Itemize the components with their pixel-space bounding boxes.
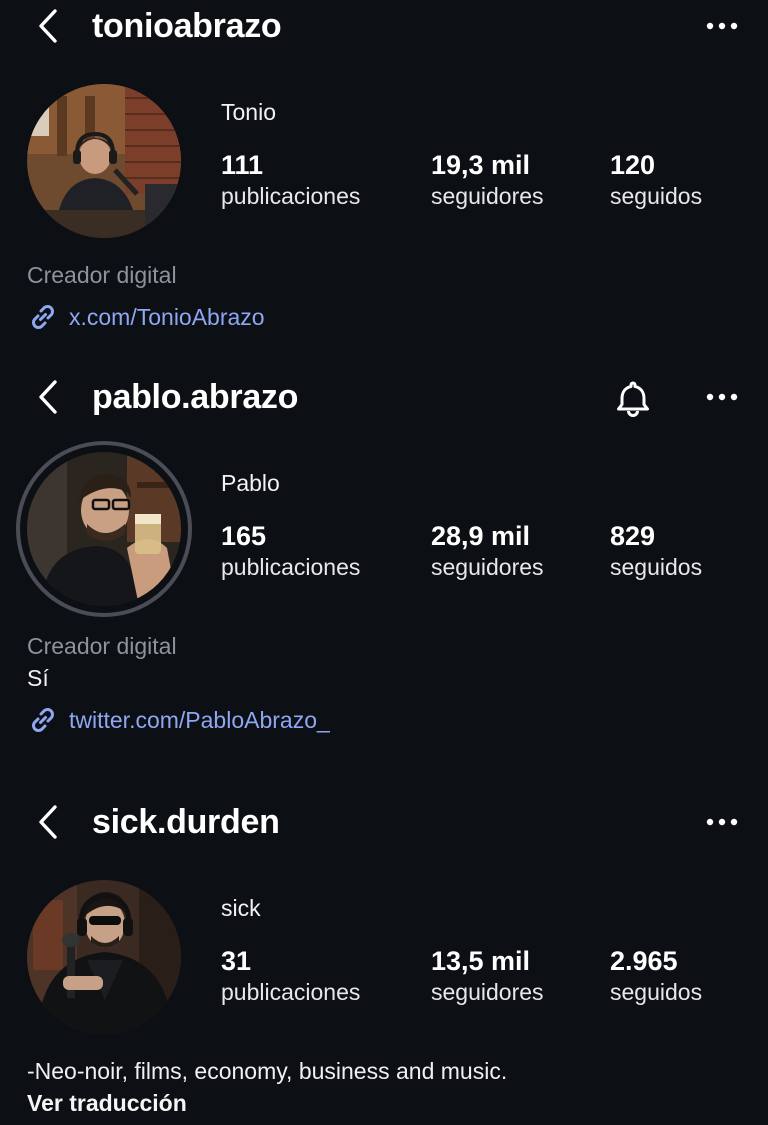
- chevron-left-icon: [39, 9, 57, 43]
- back-button[interactable]: [30, 6, 66, 46]
- avatar-photo: [27, 84, 181, 238]
- profile-full-name: sick: [221, 895, 261, 921]
- profile-category: Creador digital: [27, 262, 177, 288]
- profile-header: tonioabrazo: [0, 0, 768, 52]
- stat-value: 28,9 mil: [431, 521, 531, 551]
- avatar[interactable]: [27, 880, 181, 1034]
- avatar[interactable]: [27, 84, 181, 238]
- profile-bio: -Neo-noir, films, economy, business and …: [27, 1058, 508, 1084]
- stat-value: 31: [221, 946, 252, 976]
- username: sick.durden: [92, 803, 280, 841]
- stat-value: 2.965: [610, 946, 678, 976]
- following-count[interactable]: 829 seguidos: [610, 520, 702, 582]
- avatar-photo: [27, 452, 181, 606]
- stat-value: 165: [221, 521, 267, 551]
- stat-value: 13,5 mil: [431, 946, 531, 976]
- followers-count[interactable]: 13,5 mil seguidores: [431, 945, 544, 1007]
- link-icon: [32, 305, 54, 329]
- more-options-button[interactable]: [700, 804, 744, 840]
- back-button[interactable]: [30, 802, 66, 842]
- more-horizontal-icon: [706, 393, 738, 401]
- posts-count[interactable]: 165 publicaciones: [221, 520, 360, 582]
- profile-full-name: Tonio: [221, 99, 276, 125]
- stat-value: 829: [610, 521, 656, 551]
- profile-category: Creador digital: [27, 633, 177, 659]
- followers-count[interactable]: 28,9 mil seguidores: [431, 520, 544, 582]
- more-options-button[interactable]: [700, 379, 744, 415]
- profile-full-name: Pablo: [221, 470, 280, 496]
- stat-value: 19,3 mil: [431, 150, 531, 180]
- following-count[interactable]: 2.965 seguidos: [610, 945, 702, 1007]
- avatar[interactable]: [27, 452, 181, 606]
- following-count[interactable]: 120 seguidos: [610, 149, 702, 211]
- username: tonioabrazo: [92, 7, 282, 45]
- profile-header: sick.durden: [0, 796, 768, 848]
- stat-label: publicaciones: [221, 979, 361, 1005]
- username: pablo.abrazo: [92, 378, 299, 416]
- stat-value: 111: [221, 150, 264, 180]
- stat-label: seguidores: [431, 554, 544, 580]
- stat-label: seguidos: [610, 979, 703, 1005]
- link-text: x.com/TonioAbrazo: [69, 304, 265, 330]
- more-horizontal-icon: [706, 818, 738, 826]
- profile-header: pablo.abrazo: [0, 371, 768, 423]
- profile-link[interactable]: twitter.com/PabloAbrazo_: [27, 703, 330, 737]
- link-text: twitter.com/PabloAbrazo_: [69, 707, 330, 733]
- profile-screenshots: tonioabrazo Tonio 111 publicaciones 19,3…: [0, 0, 768, 1125]
- followers-count[interactable]: 19,3 mil seguidores: [431, 149, 544, 211]
- stat-value: 120: [610, 150, 656, 180]
- chevron-left-icon: [39, 380, 57, 414]
- more-horizontal-icon: [706, 22, 738, 30]
- stat-label: publicaciones: [221, 183, 361, 209]
- stat-label: seguidores: [431, 183, 544, 209]
- more-options-button[interactable]: [700, 8, 744, 44]
- notifications-button[interactable]: [608, 375, 658, 421]
- bell-icon: [617, 381, 649, 417]
- profile-bio: Sí: [27, 665, 49, 691]
- stat-label: seguidores: [431, 979, 544, 1005]
- see-translation-link[interactable]: Ver traducción: [27, 1088, 187, 1118]
- posts-count[interactable]: 31 publicaciones: [221, 945, 360, 1007]
- avatar-photo: [27, 880, 181, 1034]
- chevron-left-icon: [39, 805, 57, 839]
- link-icon: [32, 708, 54, 732]
- stat-label: publicaciones: [221, 554, 361, 580]
- posts-count[interactable]: 111 publicaciones: [221, 149, 360, 211]
- stat-label: seguidos: [610, 183, 703, 209]
- profile-link[interactable]: x.com/TonioAbrazo: [27, 300, 265, 334]
- stat-label: seguidos: [610, 554, 703, 580]
- back-button[interactable]: [30, 377, 66, 417]
